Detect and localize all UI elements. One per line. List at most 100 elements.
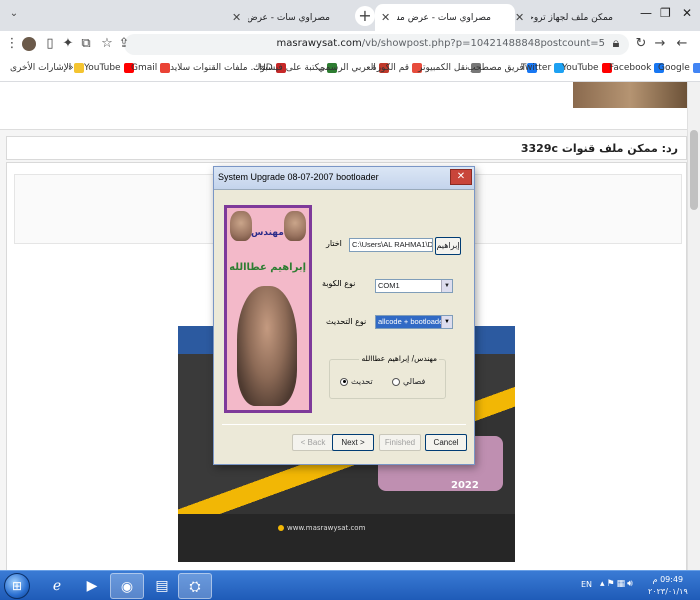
back-button-label: < Back bbox=[300, 438, 326, 447]
previous-post bbox=[0, 82, 687, 130]
bookmark-youtube-2[interactable]: YouTube bbox=[84, 63, 134, 73]
browse-button-label: إبراهيم bbox=[436, 241, 460, 250]
browse-button[interactable]: إبراهيم bbox=[435, 237, 461, 255]
wizard-separator bbox=[222, 424, 466, 425]
flag-icon[interactable]: ⚑ bbox=[607, 579, 617, 589]
menu-icon[interactable]: ⋮ bbox=[4, 36, 20, 52]
group-title: مهندس/ إبراهيم عطاالله bbox=[359, 354, 439, 363]
clock-time: 09:49 م bbox=[652, 575, 684, 584]
bookmark-label: Gmail bbox=[131, 63, 158, 73]
extensions-icon[interactable]: ✦ bbox=[60, 36, 76, 52]
bookmark-label: YouTube bbox=[562, 63, 599, 73]
portrait-main bbox=[237, 286, 297, 406]
radio-unchecked-icon[interactable] bbox=[392, 377, 400, 386]
language-indicator[interactable]: EN bbox=[581, 580, 592, 589]
tray-icons[interactable]: ▴⚑▦🔊︎ bbox=[600, 579, 635, 589]
photo-background: مهندس إبراهيم عطاالله bbox=[227, 208, 309, 410]
minimize-button[interactable]: — bbox=[640, 6, 652, 20]
back-button[interactable]: < Back bbox=[292, 434, 334, 451]
network-icon[interactable]: ▦ bbox=[617, 579, 628, 589]
banner-site: www.masrawysat.com bbox=[278, 524, 365, 532]
close-icon[interactable]: ✕ bbox=[515, 11, 524, 24]
system-clock[interactable]: 09:49 م ٢٠٢٣/٠١/١٩ bbox=[648, 574, 688, 598]
chevron-down-icon: ⌄ bbox=[9, 8, 19, 19]
new-tab-button[interactable]: + bbox=[355, 6, 375, 26]
bookmark-google[interactable]: Google bbox=[658, 63, 700, 73]
cancel-button[interactable]: Cancel bbox=[425, 434, 467, 451]
taskbar-upgrade-tool[interactable]: ⛭ bbox=[178, 573, 212, 599]
bookmark-facebook[interactable]: Facebook bbox=[609, 63, 665, 73]
tab-title: مصراوي سات - عرض مشاركة واحدة - bbox=[248, 12, 330, 23]
bookmark-youtube[interactable]: YouTube bbox=[562, 63, 612, 73]
screenshot-icon[interactable]: ⧉ bbox=[78, 36, 94, 52]
dropdown-arrow-icon[interactable]: ▼ bbox=[441, 280, 452, 292]
lock-icon[interactable]: 🔒︎ bbox=[608, 36, 624, 52]
file-path-field[interactable]: C:\Users\AL RAHMA1\Deskto bbox=[349, 238, 433, 252]
close-icon[interactable]: ✕ bbox=[381, 11, 390, 24]
chrome-icon: ◉ bbox=[120, 579, 134, 595]
google-icon bbox=[692, 63, 700, 73]
url-text: masrawysat.com/vb/showpost.php?p=1042148… bbox=[277, 38, 605, 49]
dialog-close-button[interactable]: ✕ bbox=[450, 169, 472, 185]
share-icon[interactable]: ⇪ bbox=[116, 36, 132, 52]
dialog-titlebar[interactable]: System Upgrade 08-07-2007 bootloader ✕ bbox=[214, 167, 474, 190]
tab-title: ممكن ملف لجهاز تروحان 777موديل 3329c bbox=[531, 12, 613, 23]
star-icon[interactable]: ☆ bbox=[99, 36, 115, 52]
maximize-button[interactable]: ❐ bbox=[660, 6, 671, 20]
volume-icon[interactable]: 🔊︎ bbox=[627, 579, 635, 589]
site-dot-icon bbox=[278, 525, 284, 531]
update-type-label: نوع التحديث bbox=[326, 317, 367, 326]
tab-search-button[interactable]: ⌄ bbox=[5, 8, 23, 24]
bookmark-kora[interactable]: قم الكورة bbox=[372, 63, 423, 73]
bookmark-label: مكتبة على فيسبوك bbox=[253, 63, 325, 73]
bookmark-twitter[interactable]: Twitter bbox=[521, 63, 565, 73]
post-image bbox=[573, 82, 687, 108]
close-icon[interactable]: ✕ bbox=[232, 11, 241, 24]
port-select[interactable]: COM1 ▼ bbox=[375, 279, 453, 293]
scrollbar-thumb[interactable] bbox=[690, 130, 698, 210]
bookmark-gmail[interactable]: Gmail bbox=[131, 63, 171, 73]
next-button-label: Next > bbox=[341, 438, 365, 447]
tab-inactive[interactable]: ✕ ممكن ملف لجهاز تروحان 777موديل 3329c bbox=[509, 4, 637, 31]
close-window-button[interactable]: ✕ bbox=[682, 6, 692, 20]
bookmark-label: العربي الرسمي bbox=[318, 63, 376, 73]
photo-title: مهندس bbox=[251, 228, 284, 238]
finished-button-label: Finished bbox=[384, 438, 416, 447]
radio-checked-icon[interactable] bbox=[340, 377, 348, 386]
radio-other[interactable]: فصالي bbox=[392, 377, 425, 386]
back-icon[interactable]: ← bbox=[674, 36, 690, 52]
plus-icon: + bbox=[358, 6, 372, 25]
taskbar-media-player[interactable]: ▶ bbox=[75, 573, 109, 599]
reload-icon[interactable]: ↻ bbox=[633, 36, 649, 52]
tab-title: مصراوي سات - عرض مشاركة واحدة - bbox=[397, 12, 491, 23]
update-type-select[interactable]: allcode + bootloader ▼ bbox=[375, 315, 453, 329]
close-icon: ✕ bbox=[456, 171, 466, 182]
tab-masrawysat[interactable]: ✕ مصراوي سات - عرض مشاركة واحدة - bbox=[375, 4, 515, 31]
taskbar-chrome[interactable]: ◉ bbox=[110, 573, 144, 599]
bookmark-label: فريق مصطحب bbox=[467, 63, 524, 73]
bookmarks-overflow[interactable]: » bbox=[68, 63, 74, 73]
file-path-text: C:\Users\AL RAHMA1\Deskto bbox=[352, 240, 433, 249]
address-bar[interactable]: ⇪ masrawysat.com/vb/showpost.php?p=10421… bbox=[119, 34, 629, 55]
bookmark-label: Twitter bbox=[521, 63, 552, 73]
taskbar-internet-explorer[interactable]: ℯ bbox=[40, 573, 74, 599]
dropdown-arrow-icon[interactable]: ▼ bbox=[441, 316, 452, 328]
taskbar-explorer[interactable]: ▤ bbox=[145, 573, 179, 599]
bookmarks-bar: الإشارات الأخرى » YouTube Gmail ملفات ال… bbox=[0, 58, 700, 82]
portrait-small-left bbox=[230, 211, 252, 241]
portrait-small-right bbox=[284, 211, 306, 241]
maximize-icon: ❐ bbox=[660, 6, 671, 20]
profile-avatar[interactable] bbox=[22, 37, 36, 51]
gmail-icon bbox=[160, 63, 171, 73]
finished-button[interactable]: Finished bbox=[379, 434, 421, 451]
sidebar-icon[interactable]: ▯ bbox=[42, 36, 58, 52]
radio-update[interactable]: تحديث bbox=[340, 377, 373, 386]
banner-footer bbox=[178, 514, 515, 562]
tab-active[interactable]: ✕ مصراوي سات - عرض مشاركة واحدة - bbox=[226, 4, 354, 31]
start-button[interactable]: ⊞ bbox=[4, 573, 30, 599]
next-button[interactable]: Next > bbox=[332, 434, 374, 451]
forward-icon[interactable]: → bbox=[652, 36, 668, 52]
minimize-icon: — bbox=[640, 6, 652, 20]
clock-date: ٢٠٢٣/٠١/١٩ bbox=[648, 587, 688, 596]
banner-site-text: www.masrawysat.com bbox=[287, 524, 366, 532]
